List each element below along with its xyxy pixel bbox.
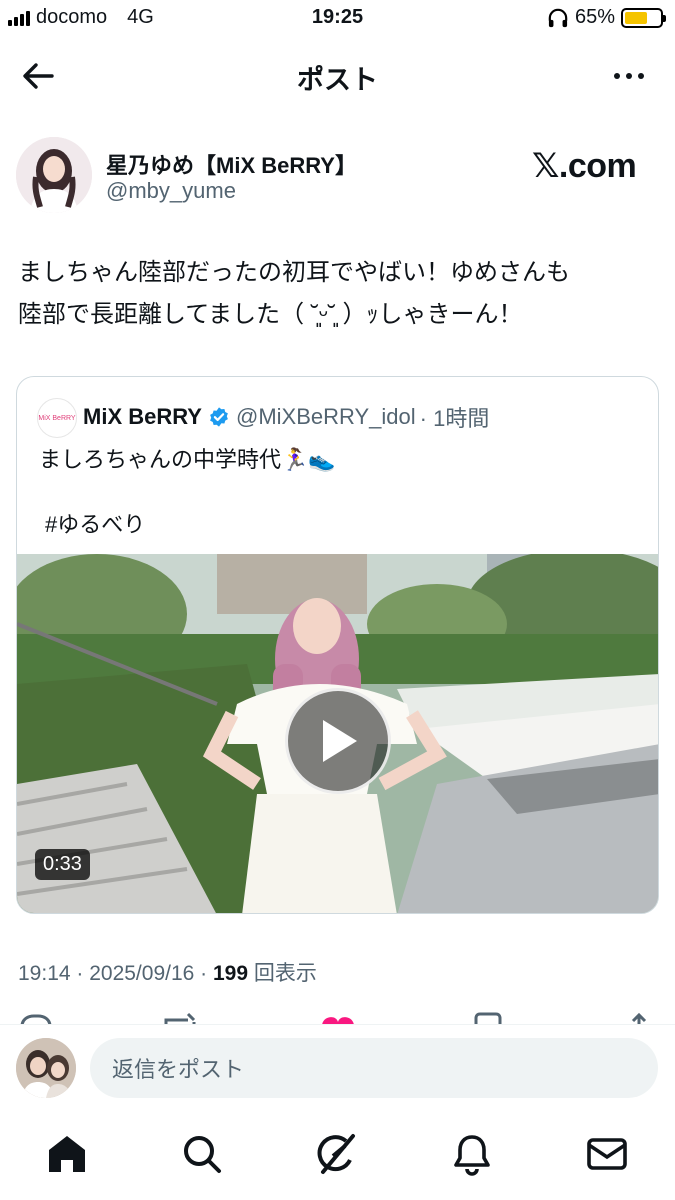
status-bar: docomo 4G 19:25 65%: [0, 0, 675, 38]
quote-hashtag[interactable]: #ゆるべり: [45, 507, 145, 539]
like-icon[interactable]: [318, 1012, 358, 1024]
post-text-line: 陸部で長距離してました（ ˘͈ᵕ˘͈ ）ｯしゃきーん！: [18, 301, 523, 328]
user-avatar[interactable]: [16, 1038, 76, 1098]
views-count: 199: [212, 962, 249, 985]
quote-header: MiX BeRRY @MiXBeRRY_idol · 1時間: [83, 401, 489, 433]
tab-bar: [0, 1112, 675, 1200]
reply-input[interactable]: 返信をポスト: [90, 1038, 658, 1098]
author-avatar[interactable]: [16, 137, 92, 213]
post-text: ましちゃん陸部だったの初耳でやばい！ゆめさんも 陸部で長距離してました（ ˘͈ᵕ…: [18, 252, 658, 336]
post-text-line: ましちゃん陸部だったの初耳でやばい！ゆめさんも: [18, 259, 570, 286]
status-right: 65%: [547, 6, 666, 29]
messages-mail-icon[interactable]: [585, 1132, 629, 1176]
quoted-post[interactable]: MiX BeRRY MiX BeRRY @MiXBeRRY_idol · 1時間…: [16, 376, 659, 914]
quote-text: ましろちゃんの中学時代🏃‍♀️👟: [39, 447, 336, 472]
nav-header: ポスト: [0, 42, 675, 110]
battery-icon: [621, 7, 666, 28]
author-name[interactable]: 星乃ゆめ【MiX BeRRY】: [106, 148, 357, 180]
more-options-icon[interactable]: [609, 62, 649, 90]
grok-icon[interactable]: [315, 1132, 359, 1176]
quote-time: · 1時間: [419, 406, 490, 431]
battery-fill: [625, 11, 648, 24]
page-title: ポスト: [297, 65, 378, 95]
post-timestamp: 19:14 · 2025/09/16 ·: [18, 962, 213, 985]
quote-avatar[interactable]: MiX BeRRY: [37, 398, 77, 438]
action-row: [0, 1010, 675, 1024]
views-label: 回表示: [248, 962, 317, 985]
play-button[interactable]: [285, 688, 391, 794]
home-icon[interactable]: [45, 1132, 89, 1176]
author-handle[interactable]: @mby_yume: [106, 178, 236, 204]
bookmark-icon[interactable]: [472, 1012, 504, 1024]
video-duration: 0:33: [35, 849, 90, 880]
share-icon[interactable]: [624, 1012, 654, 1024]
x-com-watermark: 𝕏.com: [532, 147, 637, 185]
post-meta: 19:14 · 2025/09/16 · 199 回表示: [18, 957, 317, 987]
quote-author-name[interactable]: MiX BeRRY: [83, 404, 202, 430]
play-icon: [323, 720, 357, 762]
video-player[interactable]: 0:33: [17, 554, 658, 913]
repost-icon[interactable]: [160, 1012, 204, 1024]
quote-author-handle[interactable]: @MiXBeRRY_idol: [236, 404, 416, 430]
verified-badge-icon: [210, 407, 228, 427]
search-icon[interactable]: [180, 1132, 224, 1176]
headphones-icon: [548, 8, 568, 27]
reply-bar: 返信をポスト: [0, 1024, 675, 1112]
battery-percent: 65%: [574, 6, 615, 28]
notifications-bell-icon[interactable]: [450, 1132, 494, 1176]
reply-icon[interactable]: [18, 1012, 54, 1024]
